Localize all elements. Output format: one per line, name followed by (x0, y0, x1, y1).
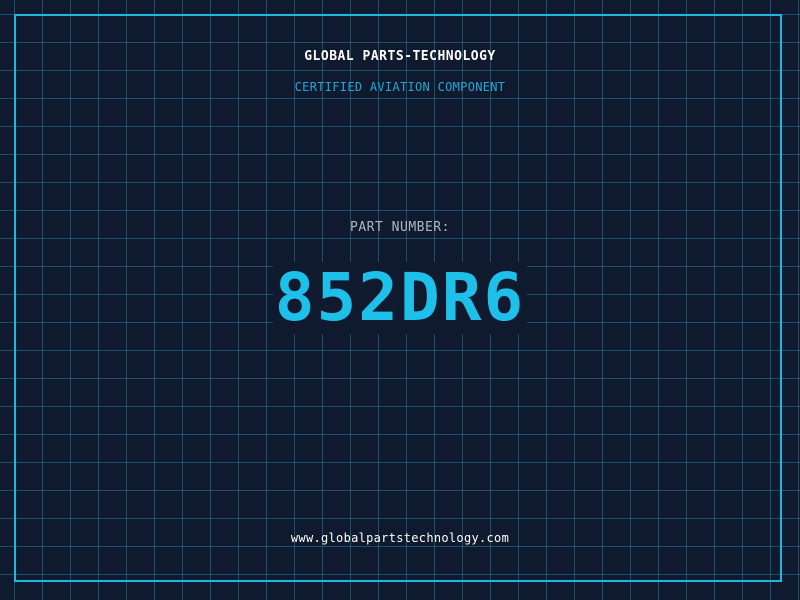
part-number-value: 852DR6 (272, 259, 528, 336)
part-number-container: 852DR6 (0, 262, 800, 334)
website-url: www.globalpartstechnology.com (290, 531, 510, 545)
part-number-label: PART NUMBER: (350, 220, 450, 235)
company-name: GLOBAL PARTS-TECHNOLOGY (304, 49, 496, 64)
label-card: GLOBAL PARTS-TECHNOLOGY CERTIFIED AVIATI… (0, 0, 800, 600)
certification-subtitle: CERTIFIED AVIATION COMPONENT (294, 80, 506, 94)
